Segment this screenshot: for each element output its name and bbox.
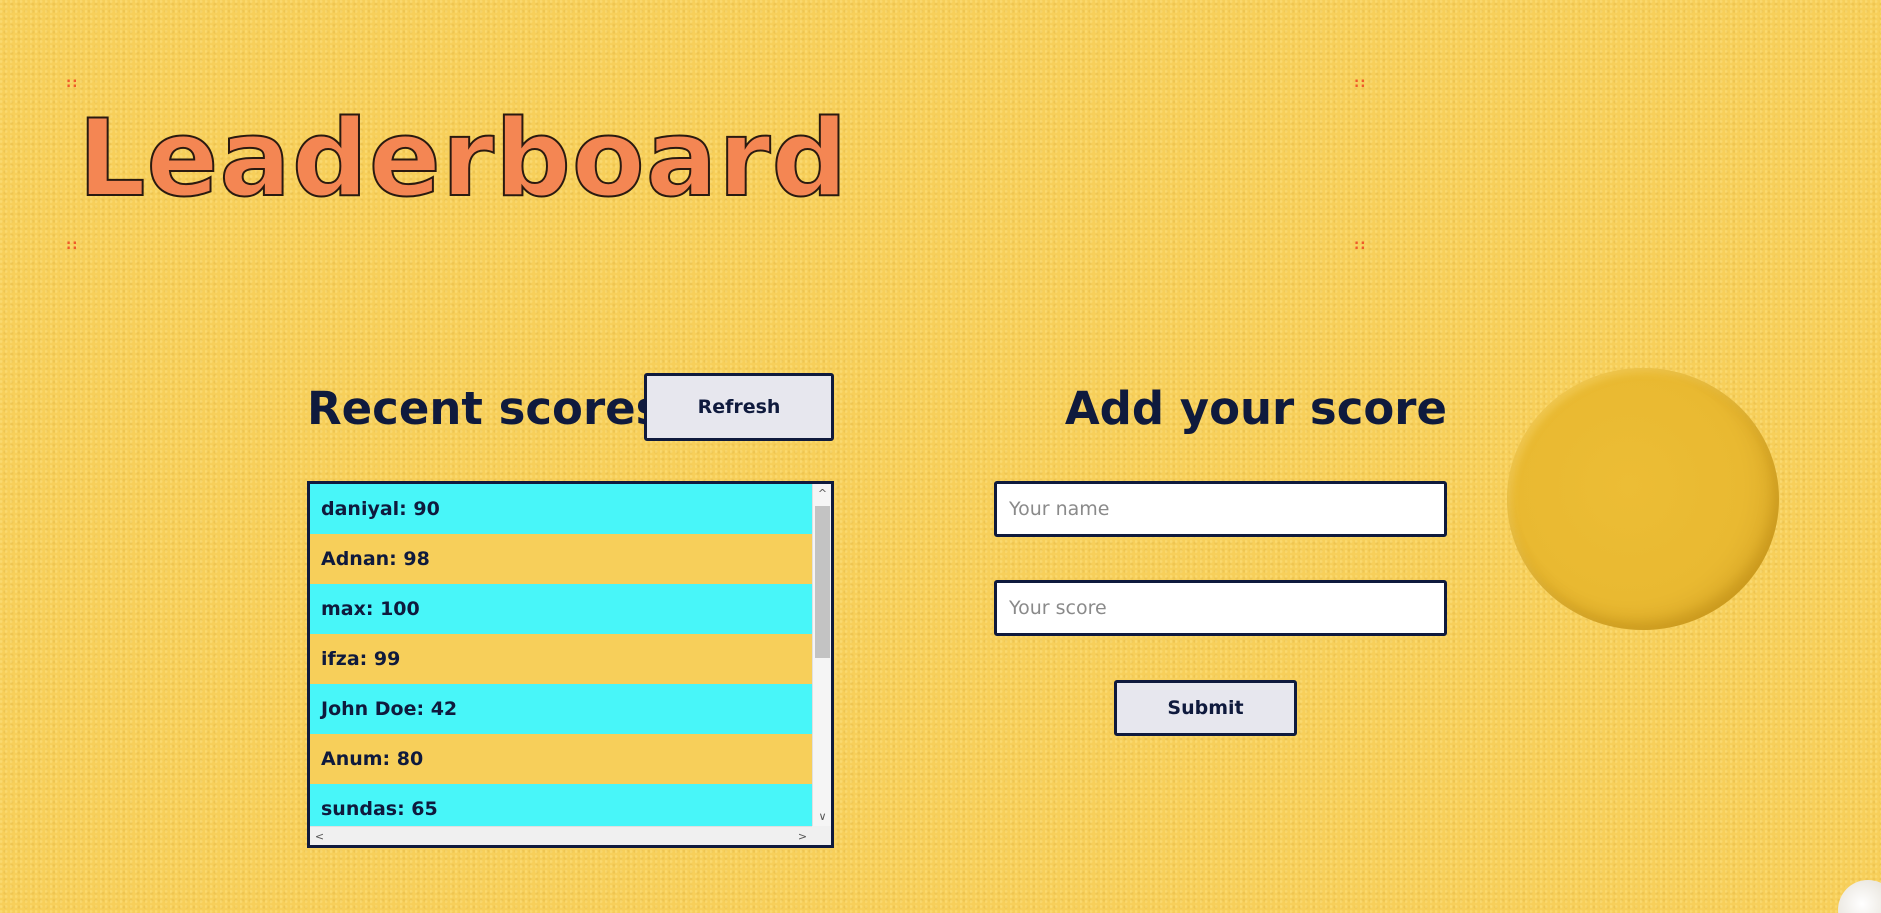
chevron-up-icon[interactable]: ^ — [813, 484, 831, 503]
score-item: sundas: 65 — [310, 784, 812, 826]
score-item: ifza: 99 — [321, 648, 401, 670]
corner-mark-bottom-right: :: — [1354, 238, 1367, 253]
chevron-right-icon[interactable]: > — [793, 827, 812, 845]
score-item: John Doe: 42 — [310, 684, 812, 734]
scrollbar-thumb[interactable] — [815, 506, 830, 658]
add-score-title: Add your score — [1064, 382, 1447, 435]
corner-mark-top-right: :: — [1354, 76, 1367, 91]
score-item: max: 100 — [310, 584, 812, 634]
page-title: Leaderboard — [77, 97, 849, 220]
recent-scores-title: Recent scores — [307, 382, 663, 435]
scrollbar-corner — [812, 826, 831, 845]
corner-mark-top-left: :: — [66, 76, 79, 91]
corner-mark-bottom-left: :: — [66, 238, 79, 253]
refresh-button[interactable]: Refresh — [644, 373, 834, 441]
chevron-down-icon[interactable]: ∨ — [813, 807, 831, 826]
name-input[interactable] — [994, 481, 1447, 537]
score-input[interactable] — [994, 580, 1447, 636]
decorative-circle — [1507, 368, 1779, 630]
score-item: Adnan: 98 — [321, 548, 430, 570]
vertical-scrollbar[interactable]: ^ ∨ — [812, 484, 831, 826]
scores-list-box[interactable]: daniyal: 90 Adnan: 98 max: 100 ifza: 99 … — [307, 481, 834, 848]
score-item: Anum: 80 — [321, 748, 424, 770]
decorative-corner-shape — [1838, 880, 1881, 913]
scores-list: daniyal: 90 Adnan: 98 max: 100 ifza: 99 … — [310, 484, 812, 826]
score-item: daniyal: 90 — [310, 484, 812, 534]
horizontal-scrollbar[interactable]: < > — [310, 826, 812, 845]
submit-button[interactable]: Submit — [1114, 680, 1297, 736]
chevron-left-icon[interactable]: < — [310, 827, 329, 845]
